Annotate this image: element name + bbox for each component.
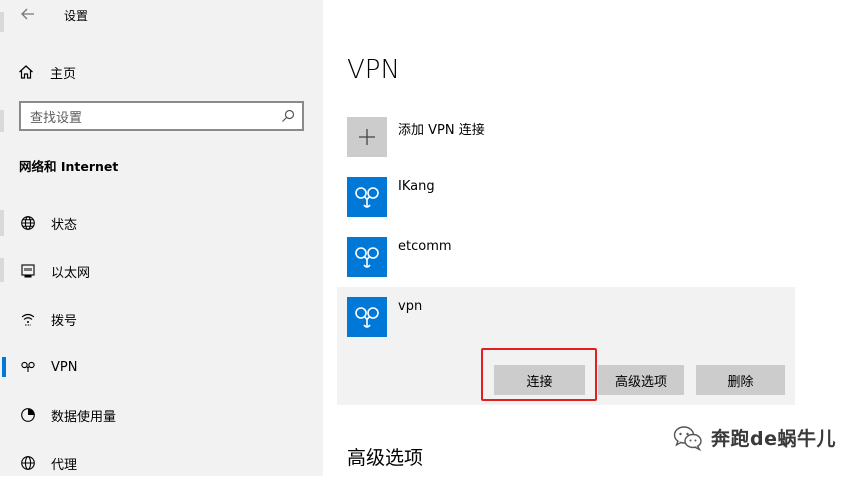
vpn-connection-etcomm[interactable]: etcomm [347, 237, 452, 277]
sidebar-item-label: 拨号 [51, 313, 78, 329]
search-icon [282, 109, 295, 122]
vpn-icon [355, 247, 379, 268]
sidebar-item-dialup[interactable]: 拨号 [0, 301, 323, 337]
search-input[interactable]: 查找设置 [19, 101, 304, 131]
sidebar-item-label: VPN [51, 359, 78, 375]
watermark: 奔跑de蜗牛儿 [673, 424, 836, 451]
section-title: 网络和 Internet [19, 159, 119, 174]
window-title: 设置 [64, 9, 89, 23]
home-icon [19, 65, 33, 79]
data-usage-icon [20, 407, 36, 423]
highlight-box [481, 348, 597, 401]
back-button[interactable] [16, 4, 40, 24]
advanced-options-heading: 高级选项 [347, 447, 424, 469]
vpn-tile [347, 177, 387, 217]
dialup-icon [20, 311, 36, 327]
vpn-icon [355, 307, 379, 328]
add-vpn-label: 添加 VPN 连接 [398, 123, 485, 138]
vpn-tile [347, 237, 387, 277]
delete-button[interactable]: 删除 [696, 365, 785, 395]
watermark-text: 奔跑de蜗牛儿 [711, 428, 836, 450]
add-vpn-button[interactable]: 添加 VPN 连接 [347, 117, 485, 157]
vpn-name: IKang [398, 179, 435, 194]
sidebar-item-label: 代理 [51, 457, 78, 473]
vpn-name: vpn [398, 299, 423, 314]
proxy-globe-icon [20, 455, 36, 471]
sidebar: 设置 主页 查找设置 网络和 Internet 状态 以太网 拨号 VPN 数据… [0, 0, 323, 476]
sidebar-item-label: 数据使用量 [51, 409, 117, 425]
vpn-icon [355, 187, 379, 208]
ethernet-icon [20, 263, 36, 279]
page-title: VPN [347, 55, 400, 85]
vpn-icon [20, 359, 36, 375]
globe-icon [20, 215, 36, 231]
sidebar-item-vpn[interactable]: VPN [0, 349, 323, 385]
home-link[interactable]: 主页 [18, 60, 76, 84]
wechat-icon [673, 425, 702, 451]
home-label: 主页 [50, 66, 77, 82]
sidebar-item-label: 状态 [51, 217, 78, 233]
add-tile [347, 117, 387, 157]
sidebar-item-data-usage[interactable]: 数据使用量 [0, 397, 323, 433]
selection-indicator [2, 357, 6, 377]
search-placeholder: 查找设置 [30, 110, 83, 126]
advanced-options-button[interactable]: 高级选项 [598, 365, 684, 395]
left-edge-strip [0, 12, 4, 32]
back-arrow-icon [21, 8, 34, 20]
vpn-connection-vpn[interactable]: vpn [347, 297, 422, 337]
vpn-tile [347, 297, 387, 337]
plus-icon [359, 129, 375, 145]
vpn-connection-ikang[interactable]: IKang [347, 177, 435, 217]
vpn-name: etcomm [398, 239, 452, 254]
sidebar-item-label: 以太网 [51, 265, 91, 281]
left-edge-strip [0, 110, 4, 132]
sidebar-item-status[interactable]: 状态 [0, 205, 323, 241]
sidebar-item-ethernet[interactable]: 以太网 [0, 253, 323, 289]
